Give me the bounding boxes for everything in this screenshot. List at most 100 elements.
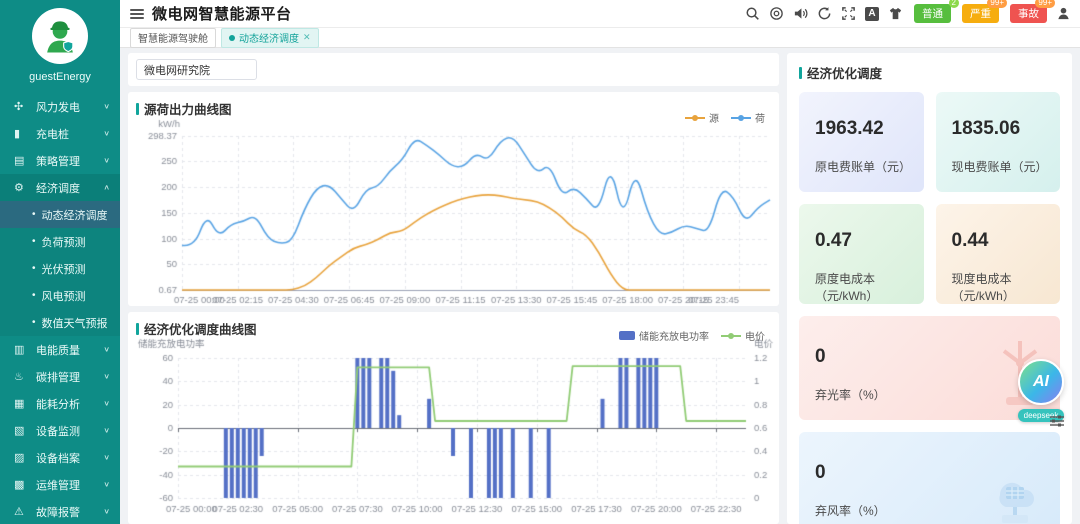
user-menu-icon[interactable] (1056, 6, 1072, 22)
sliders-icon[interactable] (1050, 415, 1064, 427)
sidebar-item-充电桩[interactable]: ▮充电桩∨ (0, 120, 120, 147)
sidebar-item-label: 运维管理 (36, 477, 103, 493)
sidebar-item-风力发电[interactable]: ✣风力发电∨ (0, 93, 120, 120)
legend-label: 储能充放电功率 (639, 328, 709, 343)
sidebar-item-运维管理[interactable]: ▩ 运维管理∨ (0, 471, 120, 498)
legend-item-源[interactable]: 源 (685, 110, 719, 125)
sidebar-item-经济调度[interactable]: ⚙经济调度∧ (0, 174, 120, 201)
sidebar-item-label: 电能质量 (36, 342, 103, 358)
theme-shirt-icon[interactable] (888, 6, 903, 21)
sidebar-subitem-动态经济调度[interactable]: •动态经济调度 (0, 201, 120, 228)
alarm-tag-严重[interactable]: 严重99+ (962, 4, 999, 23)
legend-bar-icon (619, 331, 635, 340)
sidebar-subitem-数值天气预报[interactable]: •数值天气预报 (0, 309, 120, 336)
source-load-chart-card: 源荷出力曲线图 源 荷 (128, 92, 779, 306)
sidebar-item-设备档案[interactable]: ▨设备档案∨ (0, 444, 120, 471)
ai-assistant-button[interactable]: AI deepseek (1012, 359, 1070, 423)
bullet-icon: • (32, 317, 36, 328)
chevron-down-icon: ∨ (103, 507, 110, 516)
title-accent-bar (136, 323, 139, 335)
sidebar-item-label: 能耗分析 (36, 396, 103, 412)
speaker-icon[interactable] (793, 6, 808, 21)
sidebar: guestEnergy ✣风力发电∨▮充电桩∨▤策略管理∨⚙经济调度∧•动态经济… (0, 0, 120, 524)
solar-cloud-icon (984, 461, 1046, 524)
sidebar-item-label: 策略管理 (36, 153, 103, 169)
sidebar-subitem-负荷预测[interactable]: •负荷预测 (0, 228, 120, 255)
chevron-down-icon: ∨ (103, 453, 110, 462)
search-icon[interactable] (745, 6, 760, 21)
alarm-count-badge: 2 (949, 0, 959, 8)
bullet-icon: • (32, 290, 36, 301)
charging-pile-icon: ▮ (14, 127, 30, 140)
headset-icon[interactable] (769, 6, 784, 21)
alarm-tag-普通[interactable]: 普通2 (914, 4, 951, 23)
sidebar-menu: ✣风力发电∨ ▮ 充电桩 ∨ ▤ 策略管理 ∨ ⚙经济调度∧•动态经济调度•负荷预测•光伏预测… (0, 93, 120, 524)
chart2-legend: 储能充放电功率 电价 (619, 328, 765, 343)
legend-item-荷[interactable]: 荷 (731, 110, 765, 125)
strategy-icon: ▤ (14, 154, 30, 167)
chevron-down-icon: ∨ (103, 372, 110, 381)
fullscreen-icon[interactable] (841, 6, 856, 21)
top-header: 微电网智慧能源平台 A 普通2 严重99+ 事故99+ (120, 0, 1080, 28)
sidebar-item-策略管理[interactable]: ▤策略管理∨ (0, 147, 120, 174)
main-area: 微电网智慧能源平台 A普通2严重99+事故99+ 智慧能源驾驶舱动态经济调度✕ … (120, 0, 1080, 524)
sidebar-subitem-光伏预测[interactable]: •光伏预测 (0, 255, 120, 282)
sidebar-item-碳排管理[interactable]: ♨碳排管理∨ (0, 363, 120, 390)
stat-card-现电费账单（元）[interactable]: 1835.06现电费账单（元） (936, 92, 1061, 192)
refresh-icon[interactable] (817, 6, 832, 21)
legend-line-icon (721, 335, 741, 337)
sidebar-item-设备监测[interactable]: ▧设备监测∨ (0, 417, 120, 444)
stats-grid: 1963.42原电费账单（元）1835.06现电费账单（元）0.47原度电成本（… (799, 92, 1060, 524)
power-quality-icon: ▥ (14, 343, 30, 356)
translate-icon[interactable]: A (865, 7, 879, 21)
legend-label: 源 (709, 110, 719, 125)
source-load-line-chart[interactable] (136, 118, 778, 306)
sidebar-item-故障报警[interactable]: ⚠故障报警∨ (0, 498, 120, 524)
tab-label: 智慧能源驾驶舱 (138, 30, 208, 45)
tab-动态经济调度[interactable]: 动态经济调度✕ (221, 28, 319, 48)
stat-card-原度电成本（元/kWh）[interactable]: 0.47原度电成本（元/kWh） (799, 204, 924, 304)
panel-title-row: 经济优化调度 (799, 63, 1060, 82)
alarm-tag-事故[interactable]: 事故99+ (1010, 4, 1047, 23)
station-search-input[interactable] (136, 59, 257, 80)
chevron-down-icon: ∨ (103, 480, 110, 489)
bullet-icon: • (32, 263, 36, 274)
content-area: 源荷出力曲线图 源荷 经济优化调度曲线图 储能充放电功率电价 (120, 48, 1080, 524)
stat-card-原电费账单（元）[interactable]: 1963.42原电费账单（元） (799, 92, 924, 192)
app-title: 微电网智慧能源平台 (152, 3, 292, 24)
close-icon[interactable]: ✕ (303, 32, 311, 43)
sidebar-subitem-风电预测[interactable]: •风电预测 (0, 282, 120, 309)
chevron-up-icon: ∧ (103, 183, 110, 192)
user-avatar[interactable] (32, 8, 88, 64)
submenu-经济调度: •动态经济调度•负荷预测•光伏预测•风电预测•数值天气预报 (0, 201, 120, 336)
tab-智慧能源驾驶舱[interactable]: 智慧能源驾驶舱 (130, 28, 216, 48)
chevron-down-icon: ∨ (103, 102, 110, 111)
legend-label: 电价 (745, 328, 765, 343)
legend-item-电价[interactable]: 电价 (721, 328, 765, 343)
sidebar-item-能耗分析[interactable]: ▦能耗分析∨ (0, 390, 120, 417)
left-column: 源荷出力曲线图 源荷 经济优化调度曲线图 储能充放电功率电价 (128, 53, 779, 524)
legend-line-icon (685, 117, 705, 119)
alarm-icon: ⚠ (14, 505, 30, 518)
alarm-count-badge: 99+ (1035, 0, 1055, 8)
dispatch-bar-line-chart[interactable] (136, 338, 778, 524)
sidebar-item-label: 设备档案 (36, 450, 103, 466)
stat-card-弃风率（%）[interactable]: 0弃风率（%） (799, 432, 1060, 524)
panel-title: 经济优化调度 (807, 63, 882, 82)
sidebar-item-label: 充电桩 (36, 126, 103, 142)
legend-item-储能充放电功率[interactable]: 储能充放电功率 (619, 328, 709, 343)
app-root: guestEnergy ✣风力发电∨▮充电桩∨▤策略管理∨⚙经济调度∧•动态经济… (0, 0, 1080, 524)
legend-label: 荷 (755, 110, 765, 125)
chevron-down-icon: ∨ (103, 426, 110, 435)
stat-value: 1963.42 (815, 118, 924, 140)
carbon-icon: ♨ (14, 370, 30, 383)
dispatch-chart-card: 经济优化调度曲线图 储能充放电功率电价 (128, 312, 779, 524)
chart1-title-row: 源荷出力曲线图 (136, 99, 779, 118)
menu-toggle-icon[interactable] (130, 7, 144, 21)
stat-card-现度电成本（元/kWh）[interactable]: 0.44现度电成本（元/kWh） (936, 204, 1061, 304)
stat-label: 现电费账单（元） (952, 158, 1061, 175)
header-toolbar: A 普通2 严重99+ 事故99+ (745, 4, 1072, 23)
om-management-icon: ▩ (14, 478, 30, 491)
stat-value: 0.44 (952, 230, 1061, 252)
sidebar-item-电能质量[interactable]: ▥电能质量∨ (0, 336, 120, 363)
